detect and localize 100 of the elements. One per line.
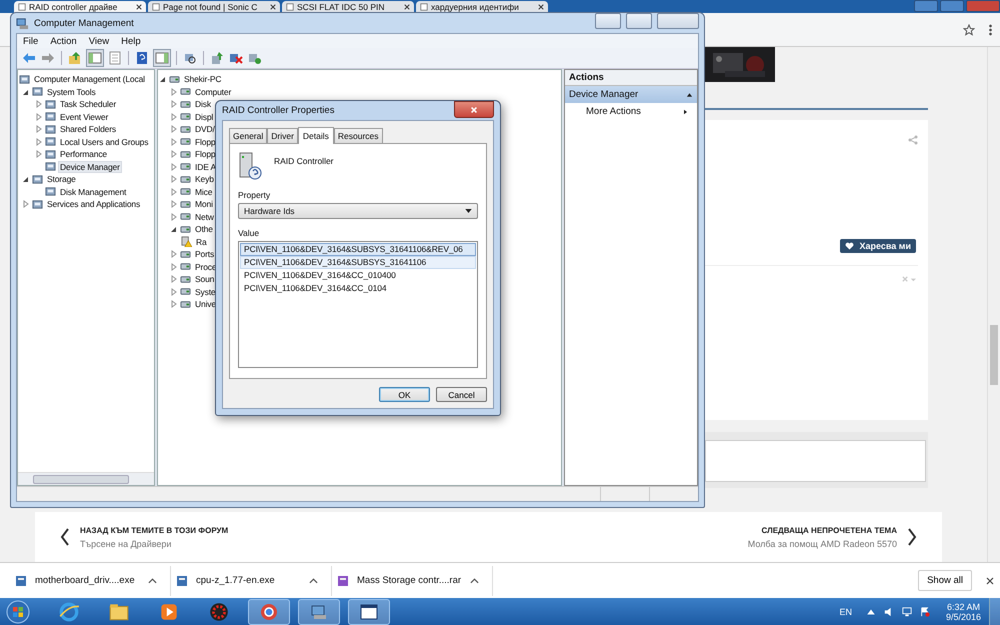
- collapsed-arrow-icon[interactable]: [22, 200, 30, 208]
- caret-icon[interactable]: [148, 578, 157, 584]
- browser-tab[interactable]: хардуерния идентифи: [416, 1, 548, 13]
- collapsed-arrow-icon[interactable]: [170, 250, 178, 258]
- tree-item[interactable]: Syste: [193, 286, 218, 298]
- nav-link[interactable]: Молба за помощ AMD Radeon 5570: [748, 538, 897, 548]
- tree-item[interactable]: Unive: [193, 298, 218, 310]
- expanded-arrow-icon[interactable]: [22, 175, 30, 184]
- collapsed-arrow-icon[interactable]: [170, 162, 178, 171]
- collapsed-arrow-icon[interactable]: [35, 150, 43, 158]
- menu-item[interactable]: Action: [50, 36, 77, 46]
- collapsed-arrow-icon[interactable]: [170, 262, 178, 271]
- menu-icon[interactable]: [989, 24, 992, 36]
- minimize-button[interactable]: [914, 0, 938, 12]
- tree-item[interactable]: Performance: [58, 148, 110, 160]
- action-pane-icon[interactable]: [153, 49, 171, 67]
- cancel-button[interactable]: Cancel: [436, 387, 487, 402]
- monitor-icon[interactable]: [902, 606, 912, 616]
- like-button[interactable]: Харесва ми: [840, 239, 916, 253]
- close-button[interactable]: [454, 101, 494, 118]
- close-icon[interactable]: [136, 4, 142, 10]
- collapsed-arrow-icon[interactable]: [170, 150, 178, 158]
- collapsed-arrow-icon[interactable]: [170, 288, 178, 296]
- close-icon[interactable]: [270, 4, 276, 10]
- collapsed-arrow-icon[interactable]: [170, 188, 178, 196]
- tree-item[interactable]: Othe: [193, 223, 215, 236]
- tree-item[interactable]: Disk Management: [58, 186, 128, 198]
- list-item[interactable]: PCI\VEN_1106&DEV_3164&CC_010400: [240, 269, 476, 282]
- chevron-left-icon[interactable]: [60, 528, 70, 546]
- collapsed-arrow-icon[interactable]: [170, 100, 178, 108]
- tree-item[interactable]: Shared Folders: [58, 123, 118, 136]
- tree-item[interactable]: Mice: [193, 186, 214, 198]
- collapsed-arrow-icon[interactable]: [170, 200, 178, 208]
- tab[interactable]: Details: [298, 127, 334, 144]
- collapsed-arrow-icon[interactable]: [170, 300, 178, 308]
- close-icon[interactable]: [986, 576, 994, 584]
- taskbar-button[interactable]: [298, 598, 340, 624]
- tree-item[interactable]: Ports: [193, 248, 216, 260]
- close-button[interactable]: [657, 13, 699, 29]
- up-folder-icon[interactable]: [67, 50, 83, 66]
- menu-item[interactable]: File: [23, 36, 38, 46]
- tree-item[interactable]: Shekir-PC: [182, 73, 224, 86]
- tab[interactable]: General: [229, 128, 268, 143]
- close-icon[interactable]: [404, 4, 410, 10]
- clock-date[interactable]: 9/5/2016: [946, 612, 981, 622]
- nav-link[interactable]: Търсене на Драйвери: [80, 538, 228, 548]
- maximize-button[interactable]: [940, 0, 964, 12]
- actions-section[interactable]: Device Manager: [565, 86, 697, 103]
- list-item[interactable]: PCI\VEN_1106&DEV_3164&SUBSYS_31641106: [240, 256, 476, 269]
- tree-item[interactable]: Services and Applications: [45, 198, 142, 210]
- chevron-right-icon[interactable]: [907, 528, 917, 546]
- ok-button[interactable]: OK: [379, 387, 430, 402]
- collapsed-arrow-icon[interactable]: [170, 125, 178, 134]
- maximize-button[interactable]: [626, 13, 652, 29]
- tab[interactable]: Driver: [267, 128, 298, 143]
- tree-item[interactable]: Storage: [45, 173, 78, 186]
- caret-icon[interactable]: [309, 578, 318, 584]
- update-driver-icon[interactable]: [209, 50, 225, 66]
- collapsed-arrow-icon[interactable]: [35, 138, 43, 146]
- menu-item[interactable]: View: [88, 36, 110, 46]
- browser-icon[interactable]: [58, 600, 80, 622]
- action-item[interactable]: More Actions: [565, 103, 697, 120]
- close-icon[interactable]: [538, 4, 544, 10]
- console-tree-icon[interactable]: [86, 49, 104, 67]
- collapsed-arrow-icon[interactable]: [170, 112, 178, 121]
- scrollbar[interactable]: [987, 47, 1000, 562]
- star-icon[interactable]: [963, 24, 975, 36]
- collapsed-arrow-icon[interactable]: [170, 212, 178, 221]
- tab[interactable]: Resources: [334, 128, 383, 143]
- tree-item[interactable]: Local Users and Groups: [58, 136, 150, 148]
- tree-item[interactable]: DVD/: [193, 123, 217, 136]
- tree-item[interactable]: Device Manager: [58, 160, 122, 173]
- tree-item[interactable]: Flopp: [193, 148, 218, 160]
- collapsed-arrow-icon[interactable]: [170, 275, 178, 284]
- expanded-arrow-icon[interactable]: [170, 225, 178, 234]
- start-button[interactable]: [6, 600, 30, 624]
- download-item[interactable]: cpu-z_1.77-en.exe: [196, 575, 275, 586]
- collapsed-arrow-icon[interactable]: [170, 175, 178, 184]
- tree-item[interactable]: Disk: [193, 98, 213, 110]
- show-desktop-button[interactable]: [989, 598, 1000, 625]
- show-all-button[interactable]: Show all: [918, 570, 972, 591]
- reply-field[interactable]: [705, 440, 926, 482]
- collapsed-arrow-icon[interactable]: [35, 125, 43, 134]
- flag-icon[interactable]: [920, 606, 930, 616]
- property-dropdown[interactable]: Hardware Ids: [238, 203, 478, 219]
- tree-item[interactable]: System Tools: [45, 86, 98, 98]
- collapsed-arrow-icon[interactable]: [35, 100, 43, 108]
- tree-item[interactable]: Event Viewer: [58, 110, 110, 123]
- nav-heading[interactable]: СЛЕДВАЩА НЕПРОЧЕТЕНА ТЕМА: [762, 526, 897, 534]
- download-item[interactable]: Mass Storage contr....rar: [357, 575, 462, 586]
- tree-item[interactable]: Moni: [193, 198, 215, 210]
- tree-item[interactable]: Flopp: [193, 136, 218, 148]
- tree-item[interactable]: Computer Management (Local: [32, 73, 147, 86]
- caret-icon[interactable]: [470, 578, 479, 584]
- minimize-button[interactable]: [595, 13, 621, 29]
- tree-item[interactable]: Computer: [193, 86, 234, 98]
- download-item[interactable]: motherboard_driv....exe: [35, 575, 135, 586]
- gear-icon[interactable]: [208, 600, 230, 622]
- tree-item[interactable]: Task Scheduler: [58, 98, 118, 110]
- tree-item[interactable]: Soun: [193, 273, 216, 286]
